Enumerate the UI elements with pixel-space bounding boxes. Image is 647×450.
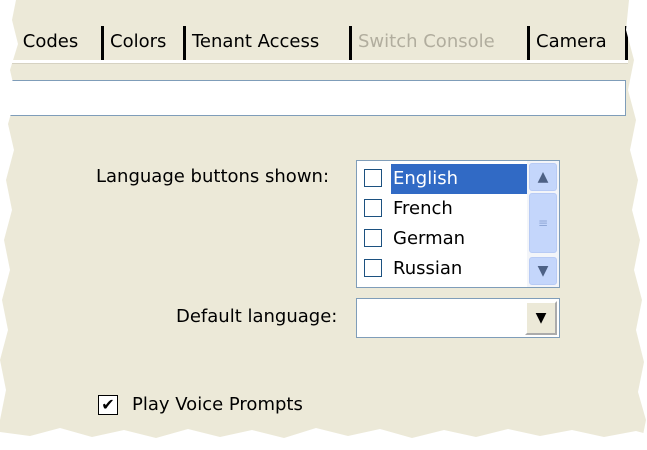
default-language-select[interactable]: ▼ <box>356 298 560 338</box>
language-item-french[interactable]: French <box>361 194 529 224</box>
tab-switch-console: Switch Console <box>352 22 530 62</box>
language-item-english[interactable]: English <box>361 164 529 194</box>
language-label: English <box>391 164 529 194</box>
scroll-thumb[interactable]: ≡ <box>529 193 557 253</box>
tab-colors[interactable]: Colors <box>104 22 186 62</box>
tab-camera-label: Camera <box>536 31 607 52</box>
language-label: German <box>393 228 466 249</box>
language-checkbox[interactable] <box>364 229 382 247</box>
settings-panel: e Codes Colors Tenant Access Switch Cons… <box>0 0 647 450</box>
language-buttons-label: Language buttons shown: <box>96 166 330 187</box>
tab-codes-label: e Codes <box>6 31 79 52</box>
tab-colors-label: Colors <box>110 31 167 52</box>
scroll-down-icon[interactable]: ▼ <box>529 257 557 285</box>
chevron-down-icon[interactable]: ▼ <box>525 301 557 335</box>
language-item-german[interactable]: German <box>361 224 529 254</box>
language-scrollbar[interactable]: ▲ ≡ ▼ <box>527 161 559 287</box>
language-label: Russian <box>393 258 463 279</box>
play-voice-prompts-checkbox[interactable]: ✔ <box>98 395 118 415</box>
language-checkbox[interactable] <box>364 169 382 187</box>
tab-strip-divider <box>0 60 628 64</box>
top-text-field[interactable] <box>0 80 626 116</box>
language-checkbox[interactable] <box>364 259 382 277</box>
play-voice-prompts-label: Play Voice Prompts <box>132 394 303 415</box>
tab-tenant-access[interactable]: Tenant Access <box>186 22 352 62</box>
default-language-label: Default language: <box>176 306 338 327</box>
tab-codes[interactable]: e Codes <box>0 22 104 62</box>
tab-switch-console-label: Switch Console <box>358 31 495 52</box>
tab-camera[interactable]: Camera <box>530 22 628 62</box>
language-label: French <box>393 198 453 219</box>
tab-tenant-access-label: Tenant Access <box>192 31 320 52</box>
language-checkbox[interactable] <box>364 199 382 217</box>
scroll-up-icon[interactable]: ▲ <box>529 163 557 191</box>
language-item-russian[interactable]: Russian <box>361 254 529 284</box>
language-checklist[interactable]: English French German Russian ▲ ≡ ▼ <box>356 160 560 288</box>
